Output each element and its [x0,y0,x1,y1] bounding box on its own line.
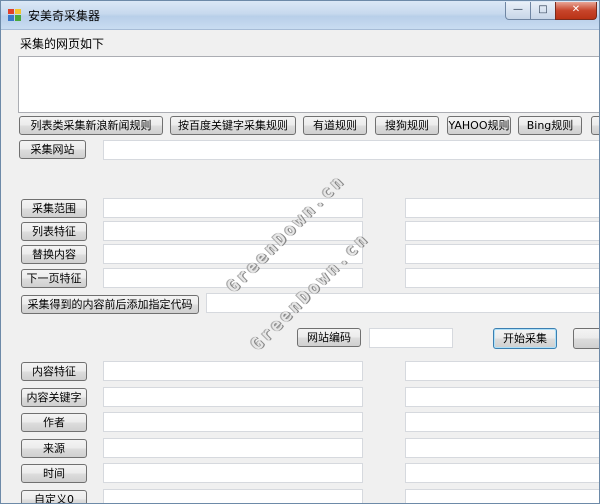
range-button[interactable]: 采集范围 [21,199,87,218]
window-title: 安美奇采集器 [28,9,101,23]
list-feature-button[interactable]: 列表特征 [21,222,87,241]
content-keyword-button[interactable]: 内容关键字 [21,388,87,407]
replace-input[interactable] [103,244,363,264]
page-label: 采集的网页如下 [20,37,105,51]
youdao-rule-button[interactable]: 有道规则 [303,116,367,135]
author-input[interactable] [103,412,363,432]
close-button[interactable]: ✕ [555,2,597,20]
stop-button[interactable] [573,328,599,349]
maximize-button[interactable]: □ [530,2,556,20]
content-keyword-input[interactable] [103,387,363,407]
content-keyword-input-2[interactable] [405,387,599,407]
encoding-button[interactable]: 网站编码 [297,328,361,347]
source-button[interactable]: 来源 [21,439,87,458]
custom-input[interactable] [103,489,363,503]
app-window: 安美奇采集器 — □ ✕ 采集的网页如下 列表类采集新浪新闻规则 按百度关键字采… [0,0,600,504]
list-feature-input[interactable] [103,221,363,241]
more-rule-button[interactable] [591,116,599,135]
replace-button[interactable]: 替换内容 [21,245,87,264]
custom-input-2[interactable] [405,489,599,503]
start-button[interactable]: 开始采集 [493,328,557,349]
source-input[interactable] [103,438,363,458]
page-content-area[interactable] [18,56,599,113]
bing-rule-button[interactable]: Bing规则 [518,116,582,135]
sogou-rule-button[interactable]: 搜狗规则 [375,116,439,135]
content-feature-input-2[interactable] [405,361,599,381]
list-feature-input-2[interactable] [405,221,599,241]
add-code-button[interactable]: 采集得到的内容前后添加指定代码 [21,295,199,314]
custom-button[interactable]: 自定义0 [21,490,87,503]
replace-input-2[interactable] [405,244,599,264]
site-button[interactable]: 采集网站 [19,140,86,159]
site-url-input[interactable] [103,140,599,160]
next-page-button[interactable]: 下一页特征 [21,269,87,288]
time-input[interactable] [103,463,363,483]
next-page-input-2[interactable] [405,268,599,288]
content-feature-input[interactable] [103,361,363,381]
encoding-input[interactable] [369,328,453,348]
time-input-2[interactable] [405,463,599,483]
sina-rule-button[interactable]: 列表类采集新浪新闻规则 [19,116,163,135]
time-button[interactable]: 时间 [21,464,87,483]
app-icon [8,9,21,21]
yahoo-rule-button[interactable]: YAHOO规则 [447,116,511,135]
author-button[interactable]: 作者 [21,413,87,432]
author-input-2[interactable] [405,412,599,432]
content-feature-button[interactable]: 内容特征 [21,362,87,381]
source-input-2[interactable] [405,438,599,458]
title-bar[interactable]: 安美奇采集器 — □ ✕ [1,1,599,30]
baidu-rule-button[interactable]: 按百度关键字采集规则 [170,116,296,135]
range-input-2[interactable] [405,198,599,218]
add-code-input[interactable] [206,293,599,313]
minimize-button[interactable]: — [505,2,531,20]
